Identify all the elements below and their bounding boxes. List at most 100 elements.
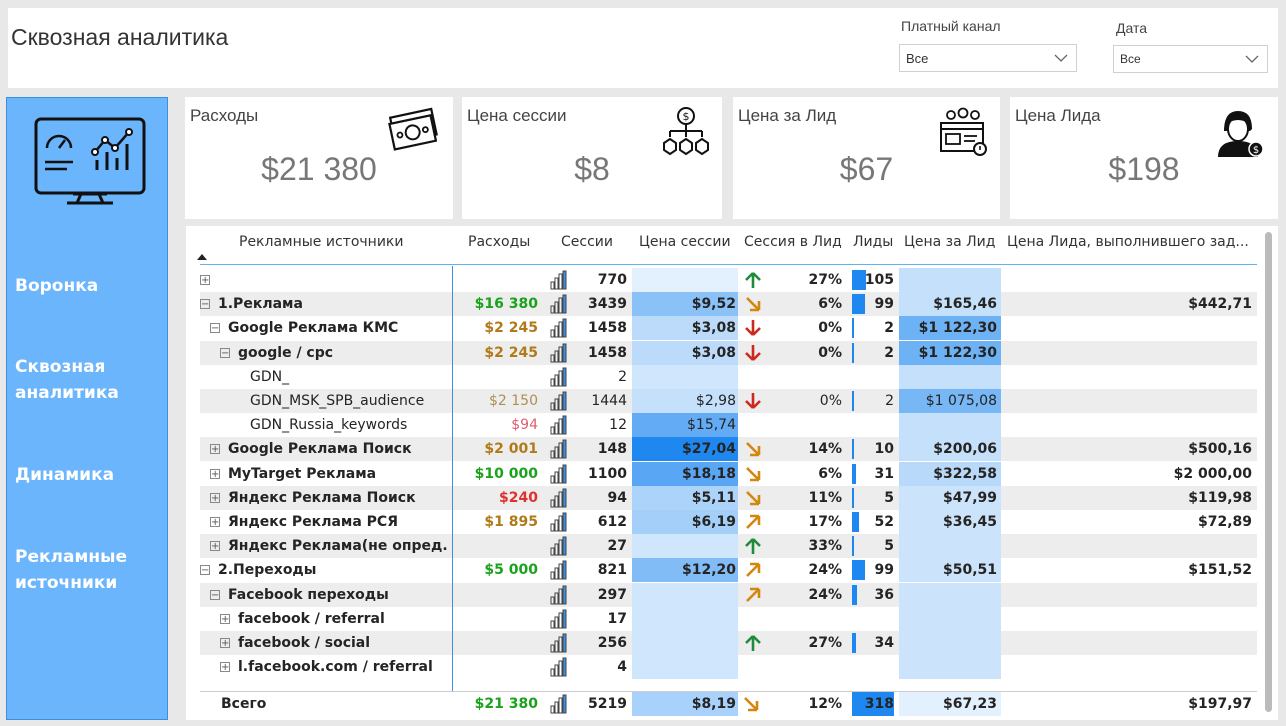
table-row[interactable]: + Google Реклама Поиск $2 001 148 $27,04 14% 1… [186,437,1257,462]
row-sessions: 770 [597,272,627,288]
table-row[interactable]: − Facebook переходы 297 24% 36 [186,582,1257,607]
expand-icon[interactable]: + [210,541,220,552]
row-cost [452,268,538,292]
channel-slicer-dropdown[interactable]: Все [899,44,1077,72]
row-session-cost: $3,08 [691,344,736,361]
row-source-name: + Google Реклама Поиск [210,437,448,461]
kpi-card-session-cost: Цена сессии $8 $ [462,97,722,219]
row-cost-per-lead: $200,06 [933,441,997,458]
column-header-cost-per-lead[interactable]: Цена за Лид [904,234,995,250]
column-header-leads[interactable]: Лиды [853,234,893,250]
expand-icon[interactable]: + [220,638,230,649]
expand-icon[interactable]: + [200,275,210,286]
row-sessions: 148 [597,441,627,458]
collapse-icon[interactable]: − [210,323,220,334]
row-session-cost [632,655,736,679]
row-cost-per-lead [899,365,997,389]
row-source-name: + MyTarget Реклама [210,462,448,486]
expand-icon[interactable]: + [210,444,220,455]
row-sessions: 821 [597,562,627,579]
table-row[interactable]: + facebook / referral 17 [186,606,1257,631]
row-lead-price [1002,534,1252,558]
date-slicer-dropdown[interactable]: Все [1113,45,1268,73]
table-row[interactable]: GDN_Russia_keywords $94 12 $15,74 [186,413,1257,438]
collapse-icon[interactable]: − [210,589,220,600]
table-row[interactable]: + Яндекс Реклама РСЯ $1 895 612 $6,19 17% 52 $3… [186,510,1257,534]
row-source-name: + l.facebook.com / referral [220,655,448,679]
row-cost-per-lead: $1 122,30 [918,344,997,361]
table-row[interactable]: − Google Реклама КМС $2 245 1458 $3,08 0% 2 $1 … [186,316,1257,341]
svg-text:$: $ [683,110,690,123]
row-leads [852,607,894,631]
vertical-scrollbar[interactable] [1265,232,1272,712]
column-header-session-cost[interactable]: Цена сессии [639,234,731,250]
row-source-name: − Facebook переходы [210,583,448,607]
row-session-to-lead: 27% [808,635,842,651]
bars-icon [550,292,570,318]
column-header-cost[interactable]: Расходы [468,234,530,250]
table-row[interactable]: +770 27% 105 [186,268,1257,292]
nav-item-dynamics[interactable]: Динамика [15,462,114,488]
svg-text:$: $ [1253,145,1259,156]
collapse-icon[interactable]: − [220,347,230,358]
kpi-value: $21 380 [261,151,377,187]
table-row[interactable]: GDN_MSK_SPB_audience $2 150 1444 $2,98 0% 2 $1… [186,389,1257,413]
row-source-label: Google Реклама КМС [228,320,399,337]
expand-icon[interactable]: + [220,662,230,673]
row-leads: 34 [874,635,894,651]
table-row[interactable]: + Яндекс Реклама(не опред.) 27 33% 5 [186,534,1257,559]
row-cost: $5 000 [484,562,538,579]
diag-down-arrow-icon [744,292,764,319]
row-cost-per-lead: $1 122,30 [918,320,997,337]
collapse-icon[interactable]: − [200,565,210,576]
row-cost-per-lead [899,583,997,607]
expand-icon[interactable]: + [220,613,230,624]
row-source-label: MyTarget Реклама [228,465,377,482]
row-source-label: Google Реклама Поиск [228,441,412,458]
nav-item-ad-sources[interactable]: Рекламные источники [15,544,135,596]
collapse-icon[interactable]: − [200,299,210,310]
total-leads: 318 [864,696,894,712]
expand-icon[interactable]: + [210,492,220,503]
expand-icon[interactable]: + [210,517,220,528]
total-sessions: 5219 [588,696,627,712]
row-cost: $16 380 [474,296,538,313]
row-sessions: 256 [597,635,627,651]
column-header-lead-price-completed[interactable]: Цена Лида, выполнившего зад... [1007,234,1249,250]
table-row[interactable]: + l.facebook.com / referral 4 [186,655,1257,680]
row-session-to-lead: 0% [819,393,842,409]
table-row[interactable]: + Яндекс Реклама Поиск $240 94 $5,11 11% 5 $47,… [186,485,1257,510]
channel-slicer-value: Все [906,51,929,66]
row-source-name: + Яндекс Реклама РСЯ [210,510,448,534]
row-leads [852,365,894,389]
expand-icon[interactable]: + [210,468,220,479]
table-row[interactable]: + MyTarget Реклама $10 000 1100 $18,18 6% 31 $3… [186,461,1257,486]
total-label: Всего [221,696,267,712]
row-session-to-lead [768,655,842,679]
row-leads: 99 [874,562,894,579]
nav-item-funnel[interactable]: Воронка [15,273,98,299]
row-cost-per-lead [899,655,997,679]
table-row[interactable]: + facebook / social 256 27% 34 [186,631,1257,655]
row-cost-per-lead: $322,58 [933,465,997,482]
table-row[interactable]: − google / cpc $2 245 1458 $3,08 0% 2 $1 122,30 [186,340,1257,365]
table-total-row: Всего $21 380 5219 $8,19 12% 318 $67,23 … [186,692,1257,716]
column-header-sessions[interactable]: Сессии [561,234,613,250]
nav-item-end-to-end-analytics[interactable]: Сквозная аналитика [15,354,125,406]
row-sessions: 612 [597,514,627,530]
column-header-sources[interactable]: Рекламные источники [239,234,403,250]
row-leads: 2 [884,344,894,361]
row-cost [452,631,538,655]
table-row[interactable]: −2.Переходы $5 000 821 $12,20 24% 99 $50,51 $15… [186,558,1257,583]
row-source-label: facebook / referral [238,610,385,627]
row-sessions: 27 [607,538,627,555]
row-source-name: − Google Реклама КМС [210,316,448,340]
bars-icon [550,510,570,536]
row-session-to-lead: 17% [808,514,842,530]
table-row[interactable]: −1.Реклама $16 380 3439 $9,52 6% 99 $165,46 $44… [186,292,1257,319]
sort-ascending-icon[interactable] [197,254,207,260]
column-header-session-to-lead[interactable]: Сессия в Лид [744,234,842,250]
table-row[interactable]: GDN_ 2 [186,364,1257,389]
row-cost-per-lead: $1 075,08 [925,393,997,409]
row-cost: $1 895 [484,514,538,530]
